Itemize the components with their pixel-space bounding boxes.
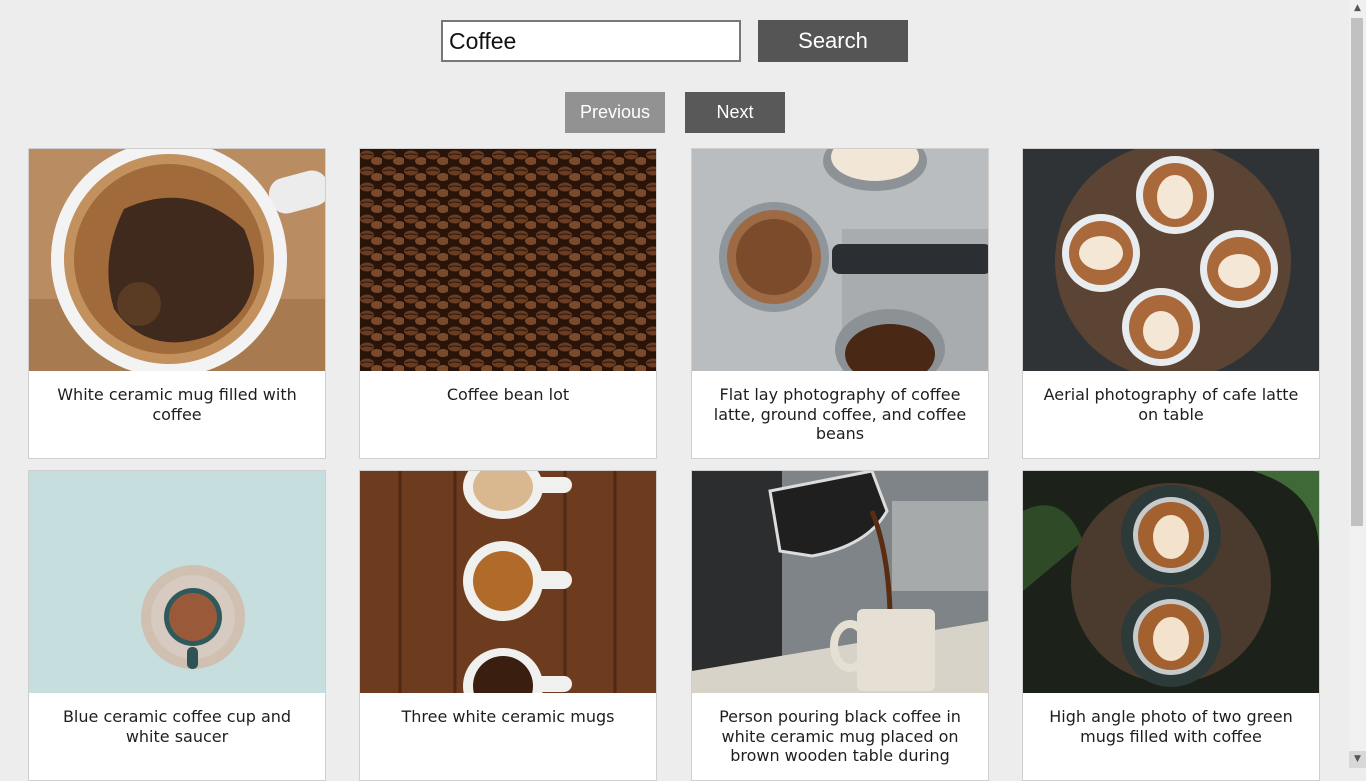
next-button[interactable]: Next — [685, 92, 785, 133]
photo-caption: Three white ceramic mugs — [401, 707, 615, 726]
photo-card[interactable]: Coffee bean lot — [359, 148, 657, 459]
photo-card[interactable]: Flat lay photography of coffee latte, gr… — [691, 148, 989, 459]
white-ceramic-mugs-photo[interactable] — [360, 471, 656, 693]
photo-caption: Flat lay photography of coffee latte, gr… — [713, 385, 967, 443]
coffee-mug-photo[interactable] — [29, 149, 325, 371]
photo-caption: Aerial photography of cafe latte on tabl… — [1043, 385, 1299, 424]
coffee-latte-photo[interactable] — [692, 149, 988, 371]
photo-card[interactable]: Person pouring black coffee in white cer… — [691, 470, 989, 781]
photo-card[interactable]: Three white ceramic mugs — [359, 470, 657, 781]
photo-card[interactable]: Aerial photography of cafe latte on tabl… — [1022, 148, 1320, 459]
photo-card[interactable]: White ceramic mug filled with coffee — [28, 148, 326, 459]
vertical-scrollbar[interactable]: ▲ ▼ — [1349, 0, 1366, 768]
scroll-thumb[interactable] — [1351, 18, 1363, 526]
coffee-beans-photo[interactable] — [360, 149, 656, 371]
search-input[interactable] — [441, 20, 741, 62]
photo-caption: High angle photo of two green mugs fille… — [1049, 707, 1293, 746]
pouring-coffee-photo[interactable] — [692, 471, 988, 693]
green-mugs-photo[interactable] — [1023, 471, 1319, 693]
cafe-latte-photo[interactable] — [1023, 149, 1319, 371]
photo-caption: Person pouring black coffee in white cer… — [719, 707, 961, 765]
previous-button[interactable]: Previous — [565, 92, 665, 133]
blue-coffee-cup-photo[interactable] — [29, 471, 325, 693]
scroll-down-icon[interactable]: ▼ — [1349, 751, 1366, 768]
scroll-up-icon[interactable]: ▲ — [1349, 0, 1366, 17]
photo-caption: Blue ceramic coffee cup and white saucer — [62, 707, 292, 746]
photo-caption: Coffee bean lot — [446, 385, 570, 404]
photo-caption: White ceramic mug filled with coffee — [57, 385, 297, 424]
photo-card[interactable]: Blue ceramic coffee cup and white saucer — [28, 470, 326, 781]
search-button[interactable]: Search — [758, 20, 908, 62]
photo-card[interactable]: High angle photo of two green mugs fille… — [1022, 470, 1320, 781]
